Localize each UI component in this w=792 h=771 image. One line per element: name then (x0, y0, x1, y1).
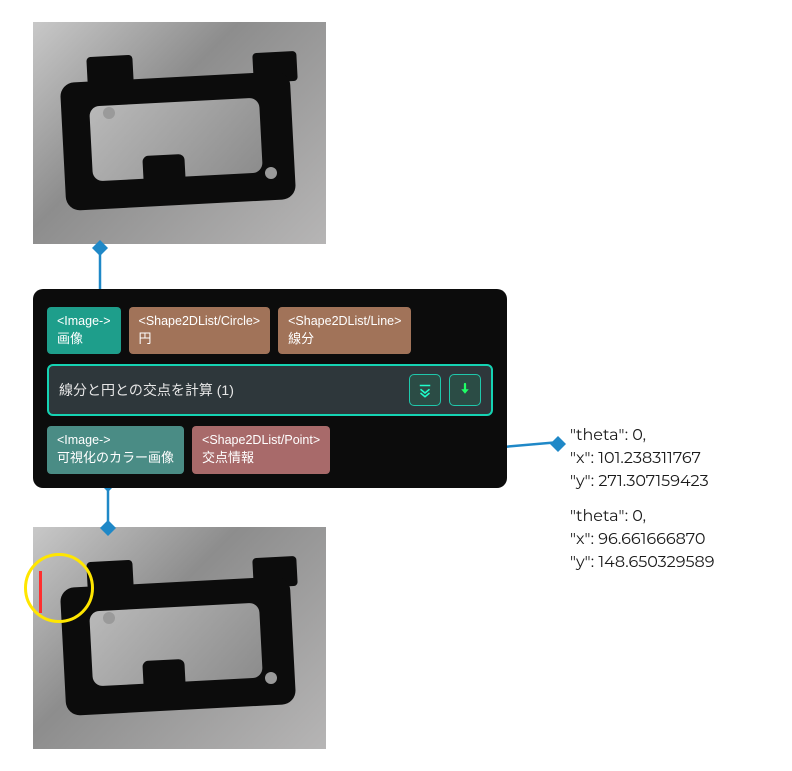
port-type-tag: <Image-> (57, 432, 174, 449)
node-title: 線分と円との交点を計算 (1) (59, 380, 401, 400)
diagram-canvas: <Image-> 画像 <Shape2DList/Circle> 円 <Shap… (0, 0, 792, 771)
node-title-row: 線分と円との交点を計算 (1) (47, 364, 493, 416)
port-type-tag: <Shape2DList/Line> (288, 313, 401, 330)
port-label: 交点情報 (202, 449, 320, 467)
input-port-circle[interactable]: <Shape2DList/Circle> 円 (129, 307, 271, 354)
node-output-row: <Image-> 可視化のカラー画像 <Shape2DList/Point> 交… (47, 426, 493, 473)
input-port-line[interactable]: <Shape2DList/Line> 線分 (278, 307, 411, 354)
detected-circle-overlay (24, 553, 94, 623)
port-label: 画像 (57, 330, 111, 348)
detected-line-overlay (39, 571, 42, 613)
port-label: 円 (139, 330, 261, 348)
intersection-result-0: "theta": 0, "x": 101.238311767 "y": 271.… (570, 424, 709, 494)
port-type-tag: <Shape2DList/Point> (202, 432, 320, 449)
result-x: "x": 101.238311767 (570, 447, 709, 470)
result-x: "x": 96.661666870 (570, 528, 714, 551)
input-image-thumbnail (33, 22, 326, 244)
port-label: 線分 (288, 330, 401, 348)
expand-down-icon (416, 381, 434, 399)
result-theta: "theta": 0, (570, 424, 709, 447)
port-type-tag: <Shape2DList/Circle> (139, 313, 261, 330)
input-port-image[interactable]: <Image-> 画像 (47, 307, 121, 354)
intersection-result-1: "theta": 0, "x": 96.661666870 "y": 148.6… (570, 505, 714, 575)
result-y: "y": 271.307159423 (570, 470, 709, 493)
port-label: 可視化のカラー画像 (57, 449, 174, 467)
node-block: <Image-> 画像 <Shape2DList/Circle> 円 <Shap… (33, 289, 507, 488)
result-theta: "theta": 0, (570, 505, 714, 528)
port-type-tag: <Image-> (57, 313, 111, 330)
run-button[interactable] (449, 374, 481, 406)
output-port-points[interactable]: <Shape2DList/Point> 交点情報 (192, 426, 330, 473)
node-input-row: <Image-> 画像 <Shape2DList/Circle> 円 <Shap… (47, 307, 493, 354)
download-arrow-icon (456, 381, 474, 399)
result-y: "y": 148.650329589 (570, 551, 714, 574)
expand-button[interactable] (409, 374, 441, 406)
output-port-image[interactable]: <Image-> 可視化のカラー画像 (47, 426, 184, 473)
